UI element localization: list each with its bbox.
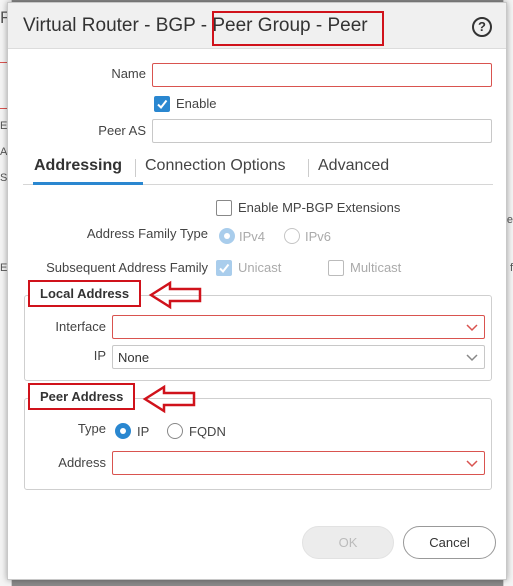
ip-dropdown[interactable]: None: [112, 345, 485, 369]
cancel-button[interactable]: Cancel: [403, 526, 496, 559]
afi-ipv4-label: IPv4: [239, 229, 266, 244]
chevron-down-icon: [466, 460, 478, 468]
type-fqdn-label: FQDN: [189, 424, 226, 439]
interface-label: Interface: [55, 319, 106, 334]
safi-multicast-checkbox[interactable]: [328, 260, 344, 276]
local-address-title: Local Address: [28, 280, 142, 307]
tab-connection-options[interactable]: Connection Options: [145, 157, 286, 175]
check-icon: [219, 263, 230, 274]
peer-address-title: Peer Address: [28, 383, 136, 410]
type-ip-radio[interactable]: [115, 423, 131, 439]
ip-value: None: [118, 350, 150, 365]
enable-label: Enable: [176, 96, 217, 111]
address-dropdown[interactable]: [112, 451, 485, 475]
name-label: Name: [111, 66, 146, 81]
chevron-down-icon: [466, 324, 478, 332]
tab-bar: Addressing Connection Options Advanced: [23, 153, 493, 185]
safi-multicast-label: Multicast: [350, 260, 402, 275]
tab-advanced[interactable]: Advanced: [318, 157, 389, 175]
annotation-arrow-icon: [142, 384, 196, 414]
afi-ipv6-label: IPv6: [305, 229, 332, 244]
peer-as-label: Peer AS: [98, 123, 146, 138]
safi-label: Subsequent Address Family: [46, 260, 208, 275]
tab-divider: [308, 159, 309, 177]
chevron-down-icon: [466, 354, 478, 362]
tab-addressing[interactable]: Addressing: [34, 157, 122, 175]
address-label: Address: [58, 455, 106, 470]
annotation-arrow-icon: [148, 280, 202, 310]
tab-divider: [135, 159, 136, 177]
ip-label: IP: [93, 348, 106, 363]
type-fqdn-radio[interactable]: [167, 423, 183, 439]
interface-dropdown[interactable]: [112, 315, 485, 339]
peer-address-section: [24, 398, 492, 490]
afi-ipv4-radio[interactable]: [219, 228, 235, 244]
dialog-titlebar: Virtual Router - BGP - Peer Group - Peer…: [8, 3, 506, 49]
ok-button[interactable]: OK: [302, 526, 394, 559]
type-ip-label: IP: [137, 424, 150, 439]
afi-ipv6-radio[interactable]: [284, 228, 300, 244]
dialog-title-prefix: Virtual Router - BGP -: [23, 15, 213, 36]
enable-checkbox[interactable]: [154, 96, 170, 112]
question-circle-icon[interactable]: ?: [472, 17, 492, 37]
active-tab-indicator: [33, 182, 143, 185]
peer-as-field[interactable]: [152, 119, 492, 143]
mpbgp-label: Enable MP-BGP Extensions: [238, 200, 401, 215]
title-annotation-box: [212, 11, 384, 46]
afi-label: Address Family Type: [86, 226, 208, 241]
type-label: Type: [77, 421, 106, 436]
peer-dialog: Virtual Router - BGP - Peer Group - Peer…: [7, 2, 507, 580]
mpbgp-checkbox[interactable]: [216, 200, 232, 216]
bg-fragment: e: [506, 214, 513, 226]
safi-unicast-label: Unicast: [238, 260, 282, 275]
check-icon: [157, 99, 168, 110]
name-field[interactable]: [152, 63, 492, 87]
safi-unicast-checkbox[interactable]: [216, 260, 232, 276]
